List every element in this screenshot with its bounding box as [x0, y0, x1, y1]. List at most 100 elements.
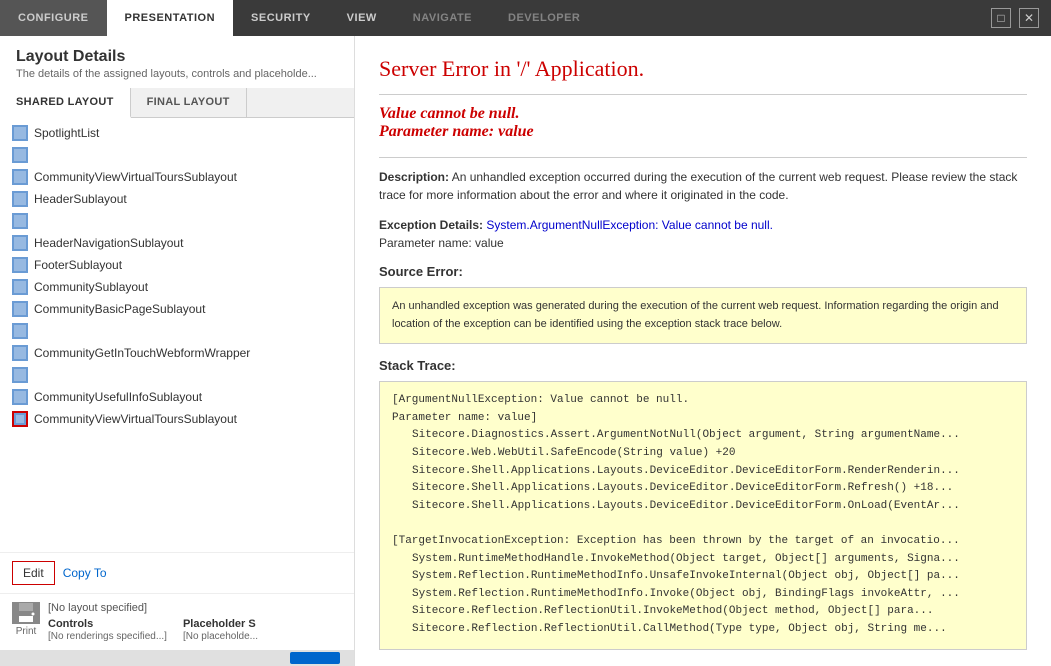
list-item[interactable]: HeaderNavigationSublayout: [0, 232, 354, 254]
stack-line-3: Sitecore.Web.WebUtil.SafeEncode(String v…: [392, 445, 1014, 463]
tab-developer[interactable]: DEVELOPER: [490, 0, 598, 36]
divider2: [379, 157, 1027, 158]
source-error-box: An unhandled exception was generated dur…: [379, 287, 1027, 344]
source-error-label: Source Error:: [379, 264, 1027, 279]
layout-item-name: CommunityViewVirtualToursSublayout: [34, 170, 237, 184]
top-navigation: CONFIGURE PRESENTATION SECURITY VIEW NAV…: [0, 0, 1051, 36]
scroll-thumb[interactable]: [290, 652, 340, 664]
tab-security[interactable]: SECURITY: [233, 0, 329, 36]
list-item[interactable]: [0, 320, 354, 342]
edit-button[interactable]: Edit: [12, 561, 55, 585]
layout-tabs: SHARED LAYOUT FINAL LAYOUT: [0, 88, 354, 118]
description-label: Description:: [379, 170, 449, 184]
placeholder-info: Placeholder S [No placeholde...: [183, 618, 258, 642]
list-item[interactable]: CommunityBasicPageSublayout: [0, 298, 354, 320]
layout-item-name: CommunitySublayout: [34, 280, 148, 294]
exception-label: Exception Details:: [379, 218, 483, 232]
exception-value: System.ArgumentNullException: Value cann…: [486, 218, 773, 232]
placeholder-label: Placeholder S: [183, 618, 256, 630]
stack-line-11: System.Reflection.RuntimeMethodInfo.Invo…: [392, 586, 1014, 604]
printer-icon: [12, 602, 40, 624]
stack-line-9: System.RuntimeMethodHandle.InvokeMethod(…: [392, 551, 1014, 569]
controls-value: [No renderings specified...]: [48, 631, 167, 642]
layout-item-icon: [12, 301, 28, 317]
list-item[interactable]: CommunitySublayout: [0, 276, 354, 298]
main-content: Layout Details The details of the assign…: [0, 36, 1051, 666]
tab-shared-layout[interactable]: SHARED LAYOUT: [0, 88, 131, 118]
description-text: An unhandled exception occurred during t…: [379, 170, 1017, 202]
layout-item-icon-selected: [12, 411, 28, 427]
layout-item-icon: [12, 323, 28, 339]
list-item[interactable]: FooterSublayout: [0, 254, 354, 276]
list-item[interactable]: CommunityGetInTouchWebformWrapper: [0, 342, 354, 364]
error-panel: Server Error in '/' Application. Value c…: [355, 36, 1051, 666]
maximize-button[interactable]: □: [991, 8, 1011, 28]
layout-item-icon: [12, 257, 28, 273]
layout-item-icon: [12, 345, 28, 361]
layout-item-icon: [12, 235, 28, 251]
controls-row: Controls [No renderings specified...] Pl…: [48, 618, 342, 642]
close-button[interactable]: ✕: [1019, 8, 1039, 28]
copy-to-link[interactable]: Copy To: [63, 566, 107, 580]
list-item-selected[interactable]: CommunityViewVirtualToursSublayout: [0, 408, 354, 430]
print-label: Print: [16, 626, 37, 637]
tab-configure[interactable]: CONFIGURE: [0, 0, 107, 36]
stack-line-4: Sitecore.Shell.Applications.Layouts.Devi…: [392, 463, 1014, 481]
layout-item-name: FooterSublayout: [34, 258, 122, 272]
tab-final-layout[interactable]: FINAL LAYOUT: [131, 88, 247, 117]
no-layout-text: [No layout specified]: [48, 602, 342, 614]
placeholder-value: [No placeholde...: [183, 631, 258, 642]
tab-presentation[interactable]: PRESENTATION: [107, 0, 234, 36]
stack-line-12: Sitecore.Reflection.ReflectionUtil.Invok…: [392, 603, 1014, 621]
list-item[interactable]: [0, 144, 354, 166]
controls-info: Controls [No renderings specified...]: [48, 618, 167, 642]
error-description: Description: An unhandled exception occu…: [379, 168, 1027, 204]
stack-line-6: Sitecore.Shell.Applications.Layouts.Devi…: [392, 498, 1014, 516]
layout-item-icon: [12, 279, 28, 295]
list-item[interactable]: HeaderSublayout: [0, 188, 354, 210]
stack-trace-label: Stack Trace:: [379, 358, 1027, 373]
list-item[interactable]: [0, 210, 354, 232]
left-panel: Layout Details The details of the assign…: [0, 36, 355, 666]
bottom-section: Print [No layout specified] Controls [No…: [0, 593, 354, 650]
stack-trace-box: [ArgumentNullException: Value cannot be …: [379, 381, 1027, 649]
layout-item-icon: [12, 125, 28, 141]
layout-item-name: SpotlightList: [34, 126, 99, 140]
bottom-info: [No layout specified] Controls [No rende…: [48, 602, 342, 642]
layout-item-name: HeaderSublayout: [34, 192, 127, 206]
layout-item-name: CommunityGetInTouchWebformWrapper: [34, 346, 250, 360]
list-item[interactable]: [0, 364, 354, 386]
stack-line-13: Sitecore.Reflection.ReflectionUtil.CallM…: [392, 621, 1014, 639]
stack-line-2: Sitecore.Diagnostics.Assert.ArgumentNotN…: [392, 427, 1014, 445]
list-item[interactable]: SpotlightList: [0, 122, 354, 144]
list-item[interactable]: CommunityViewVirtualToursSublayout: [0, 166, 354, 188]
layout-item-name: HeaderNavigationSublayout: [34, 236, 183, 250]
controls-label: Controls: [48, 618, 93, 630]
layout-details-header: Layout Details The details of the assign…: [0, 36, 354, 88]
exception-param: Parameter name: value: [379, 236, 504, 250]
layout-item-icon: [12, 213, 28, 229]
source-error-text: An unhandled exception was generated dur…: [392, 300, 999, 330]
error-subtitle: Value cannot be null. Parameter name: va…: [379, 105, 1027, 141]
layout-item-name: CommunityBasicPageSublayout: [34, 302, 205, 316]
stack-line-0: [ArgumentNullException: Value cannot be …: [392, 392, 1014, 410]
stack-line-8: [TargetInvocationException: Exception ha…: [392, 533, 1014, 551]
stack-line-1: Parameter name: value]: [392, 410, 1014, 428]
tab-navigate[interactable]: NAVIGATE: [395, 0, 490, 36]
layout-item-icon: [12, 147, 28, 163]
stack-line-5: Sitecore.Shell.Applications.Layouts.Devi…: [392, 480, 1014, 498]
layout-items-list: SpotlightList CommunityViewVirtualToursS…: [0, 118, 354, 552]
horizontal-scrollbar[interactable]: [0, 650, 354, 666]
window-controls: □ ✕: [991, 8, 1051, 28]
layout-item-name: CommunityUsefulInfoSublayout: [34, 390, 202, 404]
layout-item-icon: [12, 367, 28, 383]
stack-line-10: System.Reflection.RuntimeMethodInfo.Unsa…: [392, 568, 1014, 586]
error-title: Server Error in '/' Application.: [379, 56, 1027, 82]
exception-details: Exception Details: System.ArgumentNullEx…: [379, 216, 1027, 252]
layout-item-icon: [12, 191, 28, 207]
tab-view[interactable]: VIEW: [329, 0, 395, 36]
print-area[interactable]: Print: [12, 602, 40, 637]
layout-details-subtitle: The details of the assigned layouts, con…: [16, 68, 338, 80]
list-item[interactable]: CommunityUsefulInfoSublayout: [0, 386, 354, 408]
edit-copy-bar: Edit Copy To: [0, 552, 354, 593]
